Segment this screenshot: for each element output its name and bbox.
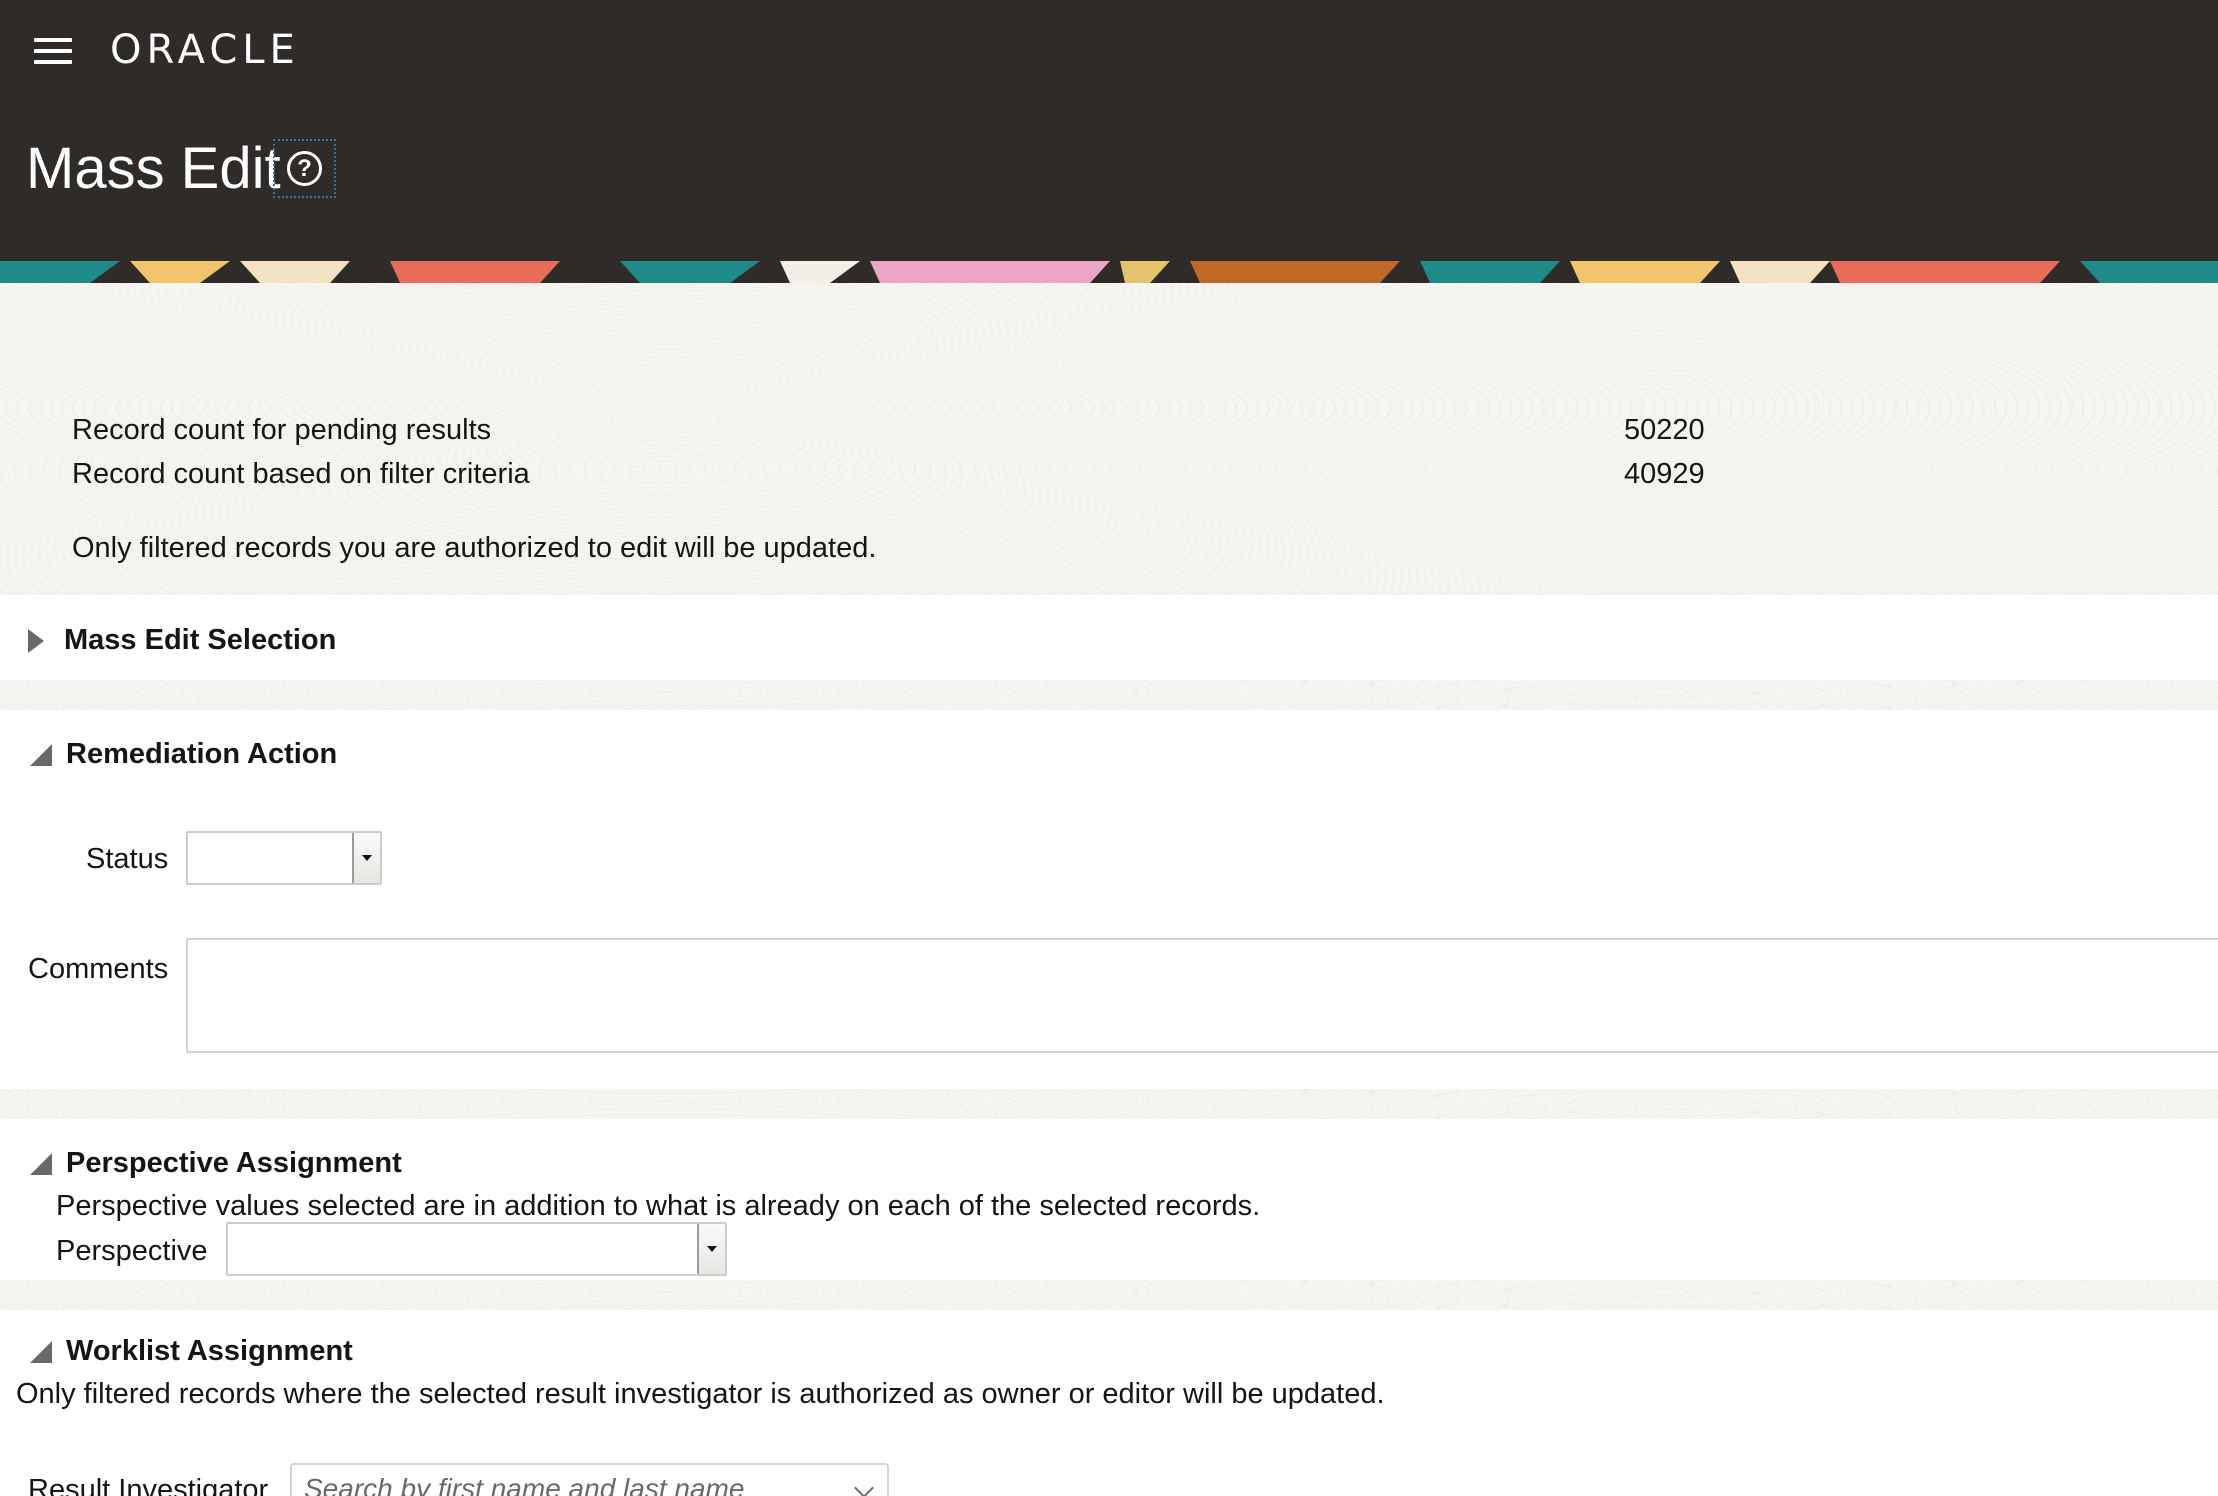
page-title: Mass Edit <box>26 136 281 201</box>
oracle-logo[interactable]: ORACLE <box>110 28 300 72</box>
decorative-banner <box>0 261 2218 283</box>
filter-count-value: 40929 <box>1624 458 1705 490</box>
caret-down-icon <box>362 855 372 861</box>
section-divider <box>0 1280 2218 1310</box>
result-investigator-label: Result Investigator <box>28 1474 269 1496</box>
comments-label: Comments <box>28 953 169 985</box>
section-divider <box>0 680 2218 710</box>
section-mass-edit-selection[interactable]: Mass Edit Selection <box>28 624 336 657</box>
triangle-down-icon <box>30 1152 52 1175</box>
caret-down-icon <box>707 1246 717 1252</box>
comments-field[interactable] <box>186 938 2218 1053</box>
section-remediation-action[interactable]: Remediation Action <box>28 738 337 771</box>
perspective-select[interactable] <box>226 1222 727 1276</box>
section-title: Worklist Assignment <box>66 1335 353 1367</box>
pending-count-label: Record count for pending results <box>72 414 492 446</box>
triangle-down-icon <box>30 743 52 766</box>
perspective-label: Perspective <box>56 1235 208 1267</box>
worklist-description: Only filtered records where the selected… <box>16 1378 1385 1410</box>
authorization-note: Only filtered records you are authorized… <box>72 532 877 564</box>
status-select[interactable] <box>186 831 382 885</box>
status-dropdown-button[interactable] <box>352 833 380 883</box>
banner-pattern <box>0 261 2218 283</box>
triangle-down-icon <box>30 1340 52 1363</box>
app-header: ORACLE Mass Edit ? <box>0 0 2218 261</box>
help-icon: ? <box>287 151 322 186</box>
perspective-description: Perspective values selected are in addit… <box>56 1190 1261 1222</box>
section-divider <box>0 1089 2218 1119</box>
pending-count-value: 50220 <box>1624 414 1705 446</box>
section-title: Remediation Action <box>66 738 338 770</box>
record-summary: Record count for pending results 50220 R… <box>0 283 2218 595</box>
section-title: Mass Edit Selection <box>64 624 337 656</box>
result-investigator-search[interactable]: Search by first name and last name <box>290 1463 889 1496</box>
triangle-right-icon <box>28 628 44 653</box>
search-placeholder: Search by first name and last name <box>304 1473 745 1496</box>
section-perspective-assignment[interactable]: Perspective Assignment <box>28 1147 402 1180</box>
section-title: Perspective Assignment <box>66 1147 402 1179</box>
help-button[interactable]: ? <box>273 139 336 198</box>
hamburger-icon[interactable] <box>34 38 72 66</box>
status-label: Status <box>86 843 169 875</box>
perspective-dropdown-button[interactable] <box>697 1224 725 1274</box>
section-worklist-assignment[interactable]: Worklist Assignment <box>28 1335 353 1368</box>
chevron-down-icon[interactable] <box>854 1478 874 1496</box>
filter-count-label: Record count based on filter criteria <box>72 458 530 490</box>
